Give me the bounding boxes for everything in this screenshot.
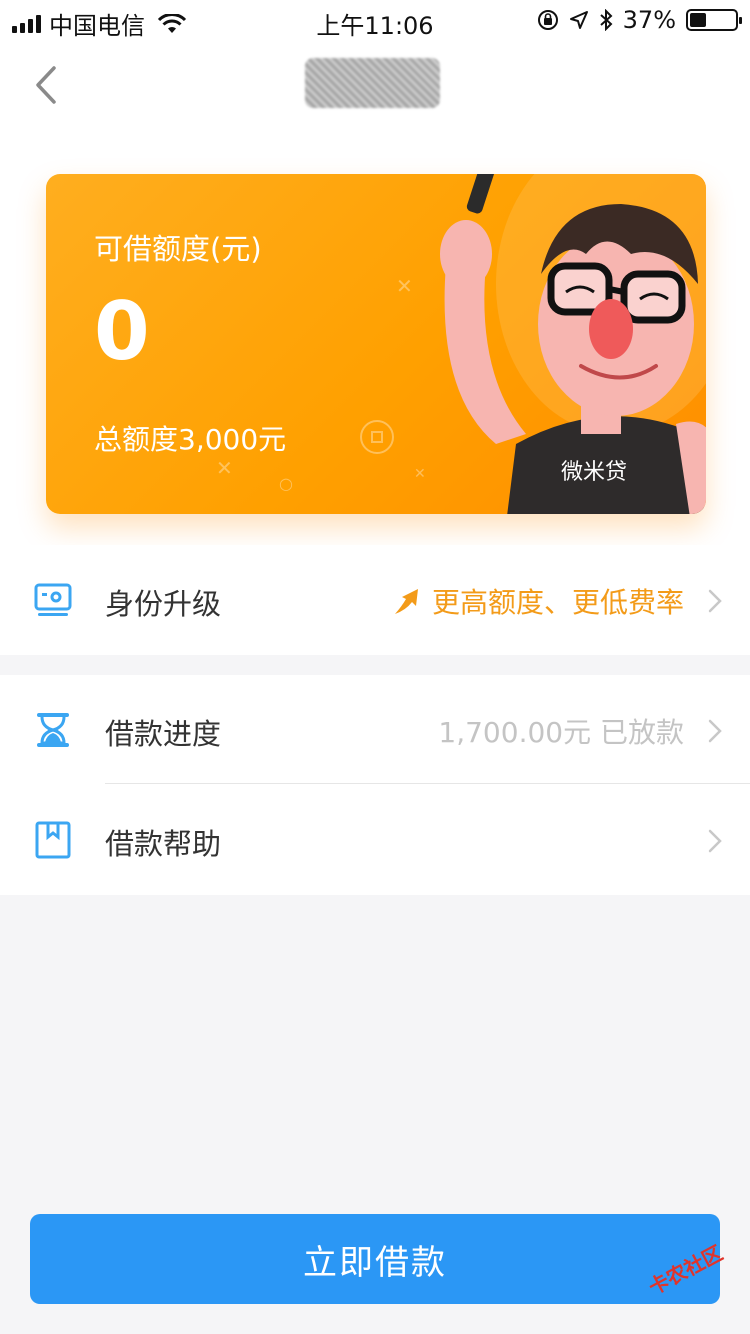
chevron-right-icon [708,829,722,853]
hourglass-icon [37,713,69,747]
battery-icon [686,9,742,31]
trend-up-arrow-icon [394,589,418,614]
status-bar: 中国电信 上午11:06 37% [0,0,750,40]
chevron-right-icon [708,589,722,613]
menu-row-label: 借款进度 [105,717,222,751]
bluetooth-icon [599,9,613,31]
mascot-illustration: 微米贷 [440,174,706,514]
menu-row-help[interactable]: 借款帮助 [0,785,750,895]
menu-row-upgrade[interactable]: 身份升级 更高额度、更低费率 [0,545,750,655]
available-credit-amount: 0 [94,285,150,378]
total-credit-label: 总额度3,000元 [94,423,287,456]
row-divider [105,783,750,784]
nav-bar [0,40,750,130]
chevron-right-icon [708,719,722,743]
upgrade-promo: 更高额度、更低费率 [392,581,684,621]
upgrade-section: 身份升级 更高额度、更低费率 [0,545,750,655]
credit-card: 可借额度(元) 0 总额度3,000元 ✕ ✕ ✕ ○ 微米贷 [46,174,706,514]
sparkle-icon: ✕ [216,456,233,480]
available-credit-label: 可借额度(元) [94,232,262,266]
battery-percent: 37% [622,6,676,34]
coin-icon [360,420,394,454]
status-right: 37% [537,6,742,34]
chevron-left-icon[interactable] [30,62,66,108]
bookmark-icon [35,821,71,859]
orientation-lock-icon [537,10,558,30]
credit-summary-area: 可借额度(元) 0 总额度3,000元 ✕ ✕ ✕ ○ 微米贷 [0,130,750,545]
id-card-icon [34,583,72,616]
menu-row-label: 借款帮助 [105,827,222,861]
page-title-redacted [305,58,440,108]
circle-deco-icon: ○ [279,474,293,493]
menu-row-label: 身份升级 [105,587,222,621]
location-icon [569,11,588,29]
mascot-shirt-text: 微米贷 [561,460,627,485]
loan-progress-status: 1,700.00元 已放款 [438,716,684,749]
borrow-now-button[interactable]: 立即借款 [30,1214,720,1304]
battery-fill [690,13,707,27]
upgrade-promo-text: 更高额度、更低费率 [431,586,684,619]
menu-row-progress[interactable]: 借款进度 1,700.00元 已放款 [0,675,750,785]
loan-section: 借款进度 1,700.00元 已放款 借款帮助 [0,675,750,895]
